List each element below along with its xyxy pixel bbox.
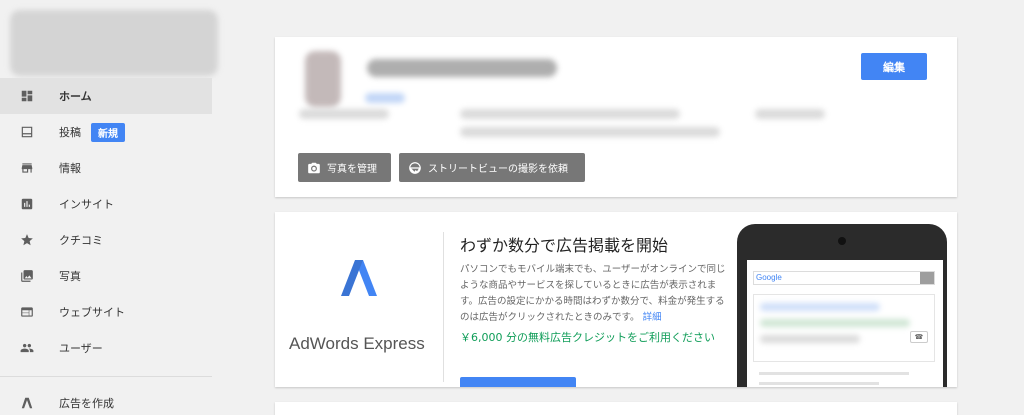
sidebar-item-label: インサイト <box>59 198 114 211</box>
sidebar-item-reviews[interactable]: クチコミ <box>0 222 212 258</box>
website-icon <box>20 305 34 319</box>
next-card <box>275 402 957 415</box>
sidebar-item-home[interactable]: ホーム <box>0 78 212 114</box>
search-icon <box>920 272 934 284</box>
sidebar-item-label: クチコミ <box>59 234 103 247</box>
start-ad-button[interactable] <box>460 377 576 387</box>
dashboard-icon <box>20 89 34 103</box>
call-icon: ☎ <box>910 331 928 343</box>
insights-icon <box>20 197 34 211</box>
sidebar-item-label: 投稿 <box>59 126 81 139</box>
promo-body: パソコンでもモバイル端末でも、ユーザーがオンラインで同じような商品やサービスを探… <box>460 262 726 326</box>
sidebar: ホーム 投稿 新規 情報 インサイト クチコミ 写真 ウェブサイト ユーザー 広… <box>0 0 218 415</box>
sidebar-item-posts[interactable]: 投稿 新規 <box>0 114 212 150</box>
business-name-redacted <box>10 10 218 76</box>
sidebar-item-label: 写真 <box>59 270 81 283</box>
placeholder-line <box>759 372 909 375</box>
description-line-redacted <box>460 127 720 137</box>
sidebar-item-label: ホーム <box>59 90 92 103</box>
result-line-redacted <box>760 319 910 327</box>
product-name: AdWords Express <box>289 334 425 353</box>
edit-button[interactable]: 編集 <box>861 53 927 80</box>
camera-icon <box>308 162 320 173</box>
category-redacted <box>365 93 405 103</box>
sidebar-item-label: ウェブサイト <box>59 306 125 319</box>
details-link[interactable]: 詳細 <box>643 312 662 323</box>
divider <box>443 232 444 382</box>
promo-body-text: パソコンでもモバイル端末でも、ユーザーがオンラインで同じような商品やサービスを探… <box>460 264 726 323</box>
ad-result-preview: ☎ <box>753 294 935 362</box>
adwords-express-logo: AdWords Express <box>275 232 443 362</box>
button-label: 写真を管理 <box>327 164 377 175</box>
rating-redacted <box>755 109 825 119</box>
adwords-promo-card: AdWords Express わずか数分で広告掲載を開始 パソコンでもモバイル… <box>275 212 957 387</box>
address-line-redacted <box>299 109 389 119</box>
star-icon <box>20 233 34 247</box>
profile-avatar-redacted <box>305 51 341 107</box>
post-icon <box>20 125 34 139</box>
sidebar-item-label: 広告を作成 <box>59 397 114 410</box>
adwords-logo-icon <box>341 260 377 296</box>
sidebar-item-label: 情報 <box>59 162 81 175</box>
sidebar-item-info[interactable]: 情報 <box>0 150 212 186</box>
nav-divider <box>0 376 212 377</box>
nav-menu: ホーム 投稿 新規 情報 インサイト クチコミ 写真 ウェブサイト ユーザー 広… <box>0 78 212 415</box>
sidebar-item-label: ユーザー <box>59 342 103 355</box>
store-icon <box>20 161 34 175</box>
google-logo: Google <box>756 273 782 282</box>
manage-photos-button[interactable]: 写真を管理 <box>298 153 391 182</box>
street-view-icon <box>409 161 421 174</box>
button-label: ストリートビューの撮影を依頼 <box>428 164 568 175</box>
sidebar-item-insights[interactable]: インサイト <box>0 186 212 222</box>
phone-screen: Google ☎ <box>747 260 943 387</box>
photo-icon <box>20 269 34 283</box>
sidebar-item-create-ad[interactable]: 広告を作成 <box>0 385 212 415</box>
google-search-bar: Google <box>753 271 935 285</box>
placeholder-line <box>759 382 879 385</box>
promo-title: わずか数分で広告掲載を開始 <box>460 236 669 255</box>
sidebar-item-users[interactable]: ユーザー <box>0 330 212 366</box>
people-icon <box>20 341 34 355</box>
credit-offer-text: ￥6,000 分の無料広告クレジットをご利用ください <box>460 331 715 344</box>
adwords-icon <box>20 396 34 410</box>
new-badge: 新規 <box>91 122 125 142</box>
business-card: 編集 写真を管理 ストリートビューの撮影を依頼 <box>275 37 957 197</box>
description-line-redacted <box>460 109 680 119</box>
business-title-redacted <box>367 59 557 77</box>
sidebar-item-photos[interactable]: 写真 <box>0 258 212 294</box>
result-line-redacted <box>760 335 860 343</box>
phone-camera <box>838 237 846 245</box>
phone-mockup: Google ☎ <box>737 224 947 387</box>
street-view-button[interactable]: ストリートビューの撮影を依頼 <box>399 153 585 182</box>
result-line-redacted <box>760 303 880 311</box>
sidebar-item-website[interactable]: ウェブサイト <box>0 294 212 330</box>
